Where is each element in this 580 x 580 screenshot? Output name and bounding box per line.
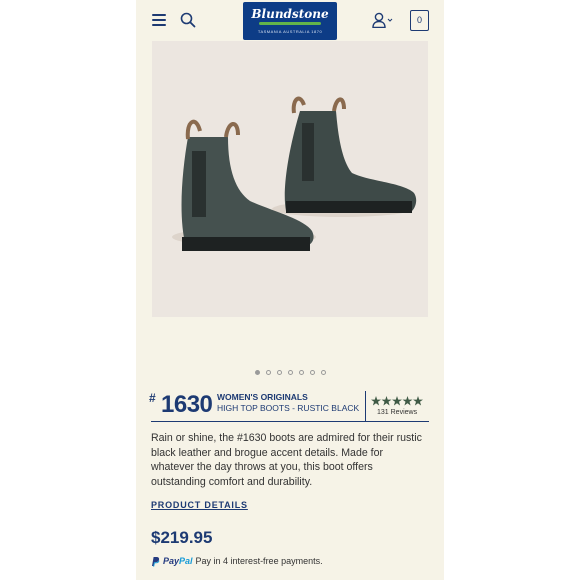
- logo-wordmark: Blundstone: [251, 7, 329, 21]
- description-line: black leather and brogue accent details.…: [151, 446, 384, 459]
- product-image[interactable]: [152, 41, 428, 317]
- carousel-dot-3[interactable]: [277, 370, 282, 375]
- description-line: outstanding comfort and durability.: [151, 475, 313, 488]
- paypal-text: Pay in 4 interest-free payments.: [195, 556, 323, 566]
- cart-button[interactable]: 0: [410, 10, 429, 31]
- paypal-wordmark-pay: Pay: [163, 556, 180, 566]
- star-icon: [371, 396, 381, 406]
- search-icon[interactable]: [180, 12, 196, 28]
- star-icon: [413, 396, 423, 406]
- carousel-dot-4[interactable]: [288, 370, 293, 375]
- description-line: whatever the day throws at you, this boo…: [151, 461, 373, 473]
- price: $219.95: [151, 528, 213, 547]
- paypal-message[interactable]: PayPal Pay in 4 interest-free payments.: [151, 555, 323, 567]
- divider-line: [151, 421, 429, 422]
- product-page: Blundstone TASMANIA AUSTRALIA 1870 0 # 1…: [136, 0, 444, 580]
- logo-tagline: TASMANIA AUSTRALIA 1870: [257, 29, 323, 34]
- account-icon[interactable]: [372, 12, 394, 28]
- carousel-dot-7[interactable]: [321, 370, 326, 375]
- carousel-dot-2[interactable]: [266, 370, 271, 375]
- star-rating[interactable]: [371, 396, 423, 406]
- paypal-icon: [152, 556, 160, 567]
- carousel-dot-5[interactable]: [299, 370, 304, 375]
- logo-swoosh: [259, 22, 321, 25]
- star-icon: [402, 396, 413, 406]
- carousel-dot-6[interactable]: [310, 370, 315, 375]
- menu-icon[interactable]: [152, 14, 166, 26]
- boots-illustration: [172, 96, 417, 251]
- chevron-down-icon: [387, 18, 393, 22]
- style-number: 1630: [161, 391, 213, 418]
- description-line: Rain or shine, the #1630 boots are admir…: [151, 432, 422, 444]
- reviews-link[interactable]: 131 Reviews: [377, 409, 417, 416]
- carousel-dot-1[interactable]: [255, 370, 260, 375]
- cart-count: 0: [416, 15, 422, 25]
- style-hash: #: [149, 391, 156, 405]
- brand-logo[interactable]: Blundstone TASMANIA AUSTRALIA 1870: [243, 2, 337, 40]
- collection-name: WOMEN'S ORIGINALS: [217, 392, 308, 402]
- model-name: HIGH TOP BOOTS - RUSTIC BLACK: [217, 403, 360, 413]
- star-icon: [381, 396, 392, 406]
- product-description: Rain or shine, the #1630 boots are admir…: [151, 431, 429, 489]
- paypal-wordmark-pal: Pal: [179, 556, 193, 566]
- product-details-link[interactable]: PRODUCT DETAILS: [151, 500, 248, 510]
- divider: [365, 391, 366, 421]
- paypal-wordmark: PayPal: [163, 556, 193, 566]
- star-icon: [392, 396, 402, 406]
